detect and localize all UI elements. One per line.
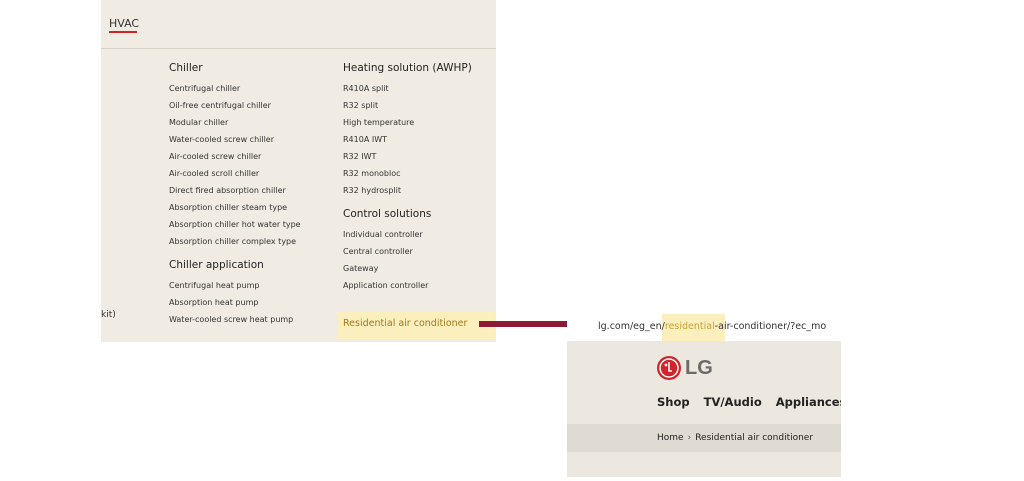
page-preview: lg.com/eg_en/residential-air-conditioner…: [567, 314, 841, 477]
menu-link-centrifugal-chiller[interactable]: Centrifugal chiller: [169, 80, 339, 97]
menu-link-absorption-heat-pump[interactable]: Absorption heat pump: [169, 294, 339, 311]
group-title-chiller-application: Chiller application: [169, 259, 264, 271]
main-nav: Shop TV/Audio Appliances: [657, 395, 841, 409]
lg-face-icon: [657, 356, 681, 380]
menu-link-central-controller[interactable]: Central controller: [343, 243, 493, 260]
breadcrumb-home[interactable]: Home: [657, 433, 684, 443]
logo-wordmark: LG: [685, 356, 713, 379]
menu-divider: [101, 48, 496, 49]
menu-link-residential-air-conditioner[interactable]: Residential air conditioner: [338, 311, 495, 339]
menu-link-r32-split[interactable]: R32 split: [343, 97, 493, 114]
breadcrumb-bar: Home › Residential air conditioner: [567, 424, 841, 452]
menu-link-high-temperature[interactable]: High temperature: [343, 114, 493, 131]
menu-link-water-cooled-screw-chiller[interactable]: Water-cooled screw chiller: [169, 131, 339, 148]
lg-logo[interactable]: LG: [657, 356, 713, 380]
menu-link-air-cooled-scroll-chiller[interactable]: Air-cooled scroll chiller: [169, 165, 339, 182]
menu-link-r410a-iwt[interactable]: R410A IWT: [343, 131, 493, 148]
nav-item-appliances[interactable]: Appliances: [776, 395, 841, 409]
menu-link-air-cooled-screw-chiller[interactable]: Air-cooled screw chiller: [169, 148, 339, 165]
menu-link-gateway[interactable]: Gateway: [343, 260, 493, 277]
nav-item-shop[interactable]: Shop: [657, 395, 690, 409]
menu-link-centrifugal-heat-pump[interactable]: Centrifugal heat pump: [169, 277, 339, 294]
nav-item-tv-audio[interactable]: TV/Audio: [704, 395, 762, 409]
tab-hvac[interactable]: HVAC: [109, 17, 139, 30]
group-title-heating-solution: Heating solution (AWHP): [343, 62, 472, 74]
menu-column-heating: Heating solution (AWHP) R410A split R32 …: [343, 62, 493, 294]
menu-link-individual-controller[interactable]: Individual controller: [343, 226, 493, 243]
menu-link-oil-free-centrifugal-chiller[interactable]: Oil-free centrifugal chiller: [169, 97, 339, 114]
menu-link-r32-iwt[interactable]: R32 IWT: [343, 148, 493, 165]
url-text: lg.com/eg_en/residential-air-conditioner…: [598, 321, 827, 332]
menu-link-r410a-split[interactable]: R410A split: [343, 80, 493, 97]
menu-column-chiller: Chiller Centrifugal chiller Oil-free cen…: [169, 62, 339, 328]
menu-link-water-cooled-screw-heat-pump[interactable]: Water-cooled screw heat pump: [169, 311, 339, 328]
breadcrumb-separator: ›: [687, 433, 692, 443]
active-tab-underline: [109, 31, 137, 33]
group-title-chiller: Chiller: [169, 62, 203, 74]
truncated-menu-text: kit): [101, 310, 116, 320]
menu-link-application-controller[interactable]: Application controller: [343, 277, 493, 294]
menu-link-absorption-chiller-hot-water[interactable]: Absorption chiller hot water type: [169, 216, 339, 233]
hvac-menu-panel: HVAC kit) Chiller Centrifugal chiller Oi…: [101, 0, 496, 342]
menu-link-absorption-chiller-steam[interactable]: Absorption chiller steam type: [169, 199, 339, 216]
breadcrumb-current: Residential air conditioner: [695, 433, 814, 443]
address-bar[interactable]: lg.com/eg_en/residential-air-conditioner…: [567, 314, 841, 341]
menu-link-absorption-chiller-complex[interactable]: Absorption chiller complex type: [169, 233, 339, 250]
group-title-control-solutions: Control solutions: [343, 208, 432, 220]
menu-link-r32-monobloc[interactable]: R32 monobloc: [343, 165, 493, 182]
menu-link-modular-chiller[interactable]: Modular chiller: [169, 114, 339, 131]
menu-link-direct-fired-absorption-chiller[interactable]: Direct fired absorption chiller: [169, 182, 339, 199]
menu-link-r32-hydrosplit[interactable]: R32 hydrosplit: [343, 182, 493, 199]
breadcrumb: Home › Residential air conditioner: [657, 433, 813, 443]
